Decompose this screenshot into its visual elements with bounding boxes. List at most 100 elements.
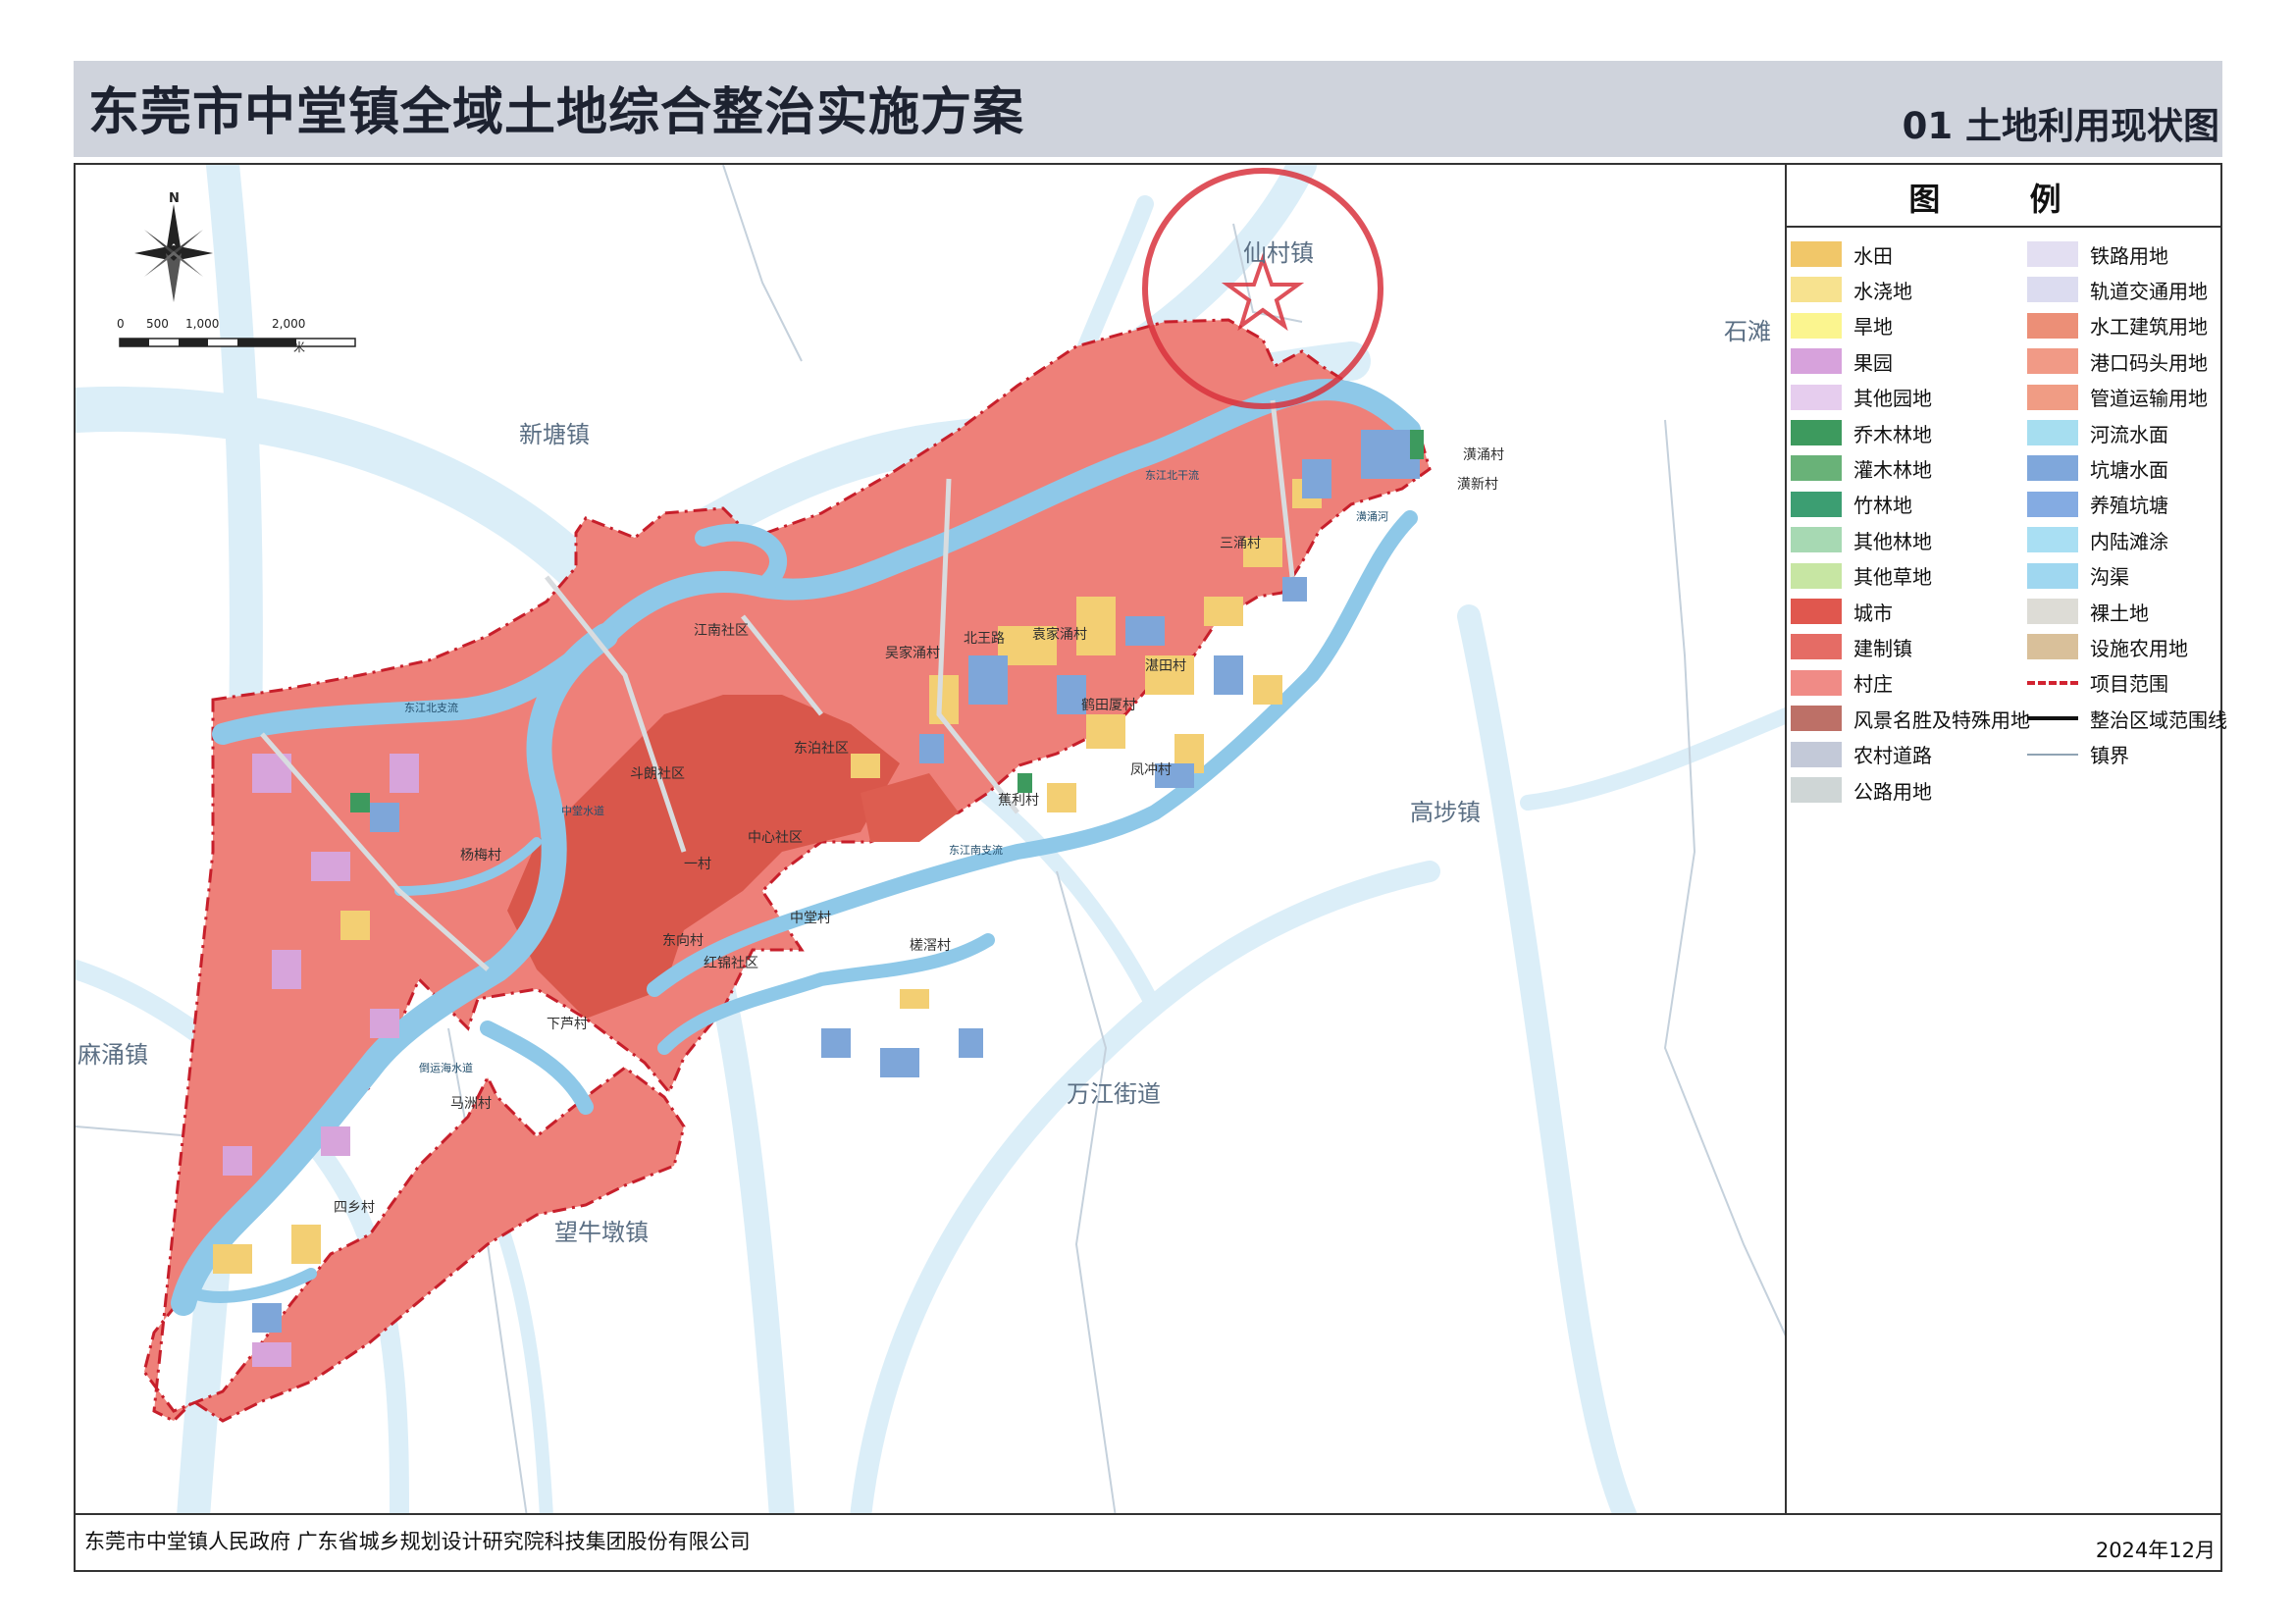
legend-label: 项目范围 (2090, 672, 2168, 697)
village-label: 吴家涌村 (885, 646, 940, 661)
legend-swatch (2027, 562, 2078, 589)
legend-label: 轨道交通用地 (2090, 279, 2208, 303)
north-arrow (134, 204, 213, 302)
legend-swatch (1791, 706, 1842, 732)
legend-label: 港口码头用地 (2090, 350, 2208, 375)
label-xintang: 新塘镇 (519, 421, 590, 448)
legend-swatch (1791, 599, 1842, 624)
legend-swatch (2027, 348, 2078, 375)
village-label: 鹤田厦村 (1081, 698, 1136, 713)
legend-label: 内陆滩涂 (2090, 529, 2168, 553)
legend-swatch (2027, 241, 2078, 267)
legend-label: 其他园地 (1853, 387, 1932, 411)
scale-unit: 米 (293, 340, 305, 354)
legend-item: 项目范围 (2027, 668, 2168, 698)
legend-label: 坑塘水面 (2090, 457, 2168, 482)
sheet-title: 01 土地利用现状图 (1902, 105, 2219, 147)
legend-label: 建制镇 (1853, 636, 1912, 660)
legend-divider (1787, 226, 2222, 228)
legend-label: 水浇地 (1853, 279, 1912, 303)
village-label: 潢涌村 (1463, 447, 1504, 463)
legend-item: 农村道路 (1791, 740, 1932, 769)
legend-label: 公路用地 (1853, 779, 1932, 804)
legend-label: 乔木林地 (1853, 422, 1932, 446)
legend-panel: 图 例 水田 水浇地 旱地 果园 其他园地 乔木林地 灌木林地 竹林地 其他林地 其他草地 城市 建制… (1787, 163, 2227, 1515)
village-label: 槎滘村 (910, 938, 951, 954)
legend-item: 整治区域范围线 (2027, 704, 2227, 733)
legend-swatch (2027, 680, 2078, 685)
village-label: 斗朗社区 (630, 766, 685, 782)
scale-label-500: 500 (146, 317, 169, 331)
legend-swatch (1791, 277, 1842, 303)
legend-item: 其他林地 (1791, 525, 1932, 554)
legend-swatch (2027, 599, 2078, 624)
legend-item: 设施农用地 (2027, 632, 2188, 661)
legend-swatch (1791, 455, 1842, 482)
legend-swatch (2027, 277, 2078, 303)
legend-swatch (1791, 634, 1842, 660)
label-xiancun: 仙村镇 (1243, 239, 1314, 267)
village-label: 袁家涌村 (1032, 627, 1087, 643)
legend-item: 其他园地 (1791, 383, 1932, 412)
label-wangniudun: 望牛墩镇 (554, 1219, 649, 1246)
legend-item: 内陆滩涂 (2027, 525, 2168, 554)
legend-swatch (1791, 348, 1842, 375)
legend-item: 水田 (1791, 239, 1893, 269)
legend-item: 坑塘水面 (2027, 453, 2168, 483)
legend-swatch (2027, 716, 2078, 721)
village-label: 一村 (684, 857, 711, 872)
village-label: 潢新村 (1457, 477, 1498, 493)
legend-swatch (1791, 241, 1842, 267)
legend-item: 乔木林地 (1791, 418, 1932, 447)
legend-swatch (1791, 669, 1842, 696)
village-label: 红锦社区 (704, 956, 758, 971)
legend-label: 管道运输用地 (2090, 387, 2208, 411)
village-label: 中堂村 (790, 911, 831, 926)
village-label: 杨梅村 (460, 848, 501, 864)
legend-item: 竹林地 (1791, 490, 1912, 519)
legend-swatch (1791, 741, 1842, 767)
legend-label: 养殖坑塘 (2090, 494, 2168, 518)
legend-label: 风景名胜及特殊用地 (1853, 707, 2030, 732)
scale-label-0: 0 (117, 317, 125, 331)
village-label: 江南社区 (694, 623, 749, 639)
legend-label: 村庄 (1853, 672, 1893, 697)
legend-swatch (2027, 527, 2078, 553)
river-label: 东江南支流 (949, 844, 1003, 857)
legend-item: 养殖坑塘 (2027, 490, 2168, 519)
legend-item: 建制镇 (1791, 632, 1912, 661)
legend-label: 水田 (1853, 243, 1893, 268)
legend-label: 城市 (1853, 601, 1893, 625)
river-label: 潢涌河 (1356, 510, 1388, 523)
legend-item: 风景名胜及特殊用地 (1791, 704, 2030, 733)
legend-item: 铁路用地 (2027, 239, 2168, 269)
village-label: 东向村 (662, 933, 704, 949)
legend-item: 其他草地 (1791, 561, 1932, 591)
legend-label: 整治区域范围线 (2090, 707, 2227, 732)
village-label: 湛田村 (1145, 658, 1186, 674)
legend-swatch (1791, 420, 1842, 445)
legend-item: 村庄 (1791, 668, 1893, 698)
legend-swatch (1791, 527, 1842, 553)
legend-swatch (2027, 384, 2078, 410)
legend-swatch (2027, 455, 2078, 482)
legend-item: 裸土地 (2027, 597, 2149, 626)
land-use-map: N 0 500 1,000 2,000 米 (76, 165, 1785, 1513)
north-label: N (169, 191, 180, 206)
map-frame[interactable]: N 0 500 1,000 2,000 米 仙村镇 新塘镇 石滩 高埗镇 麻涌镇… (74, 163, 1787, 1515)
legend-swatch (2027, 420, 2078, 445)
legend-item: 河流水面 (2027, 418, 2168, 447)
legend-item: 轨道交通用地 (2027, 275, 2208, 304)
river-label: 倒运海水道 (419, 1062, 473, 1074)
legend-swatch (2027, 312, 2078, 339)
legend-label: 其他草地 (1853, 565, 1932, 590)
legend-label: 灌木林地 (1853, 457, 1932, 482)
legend-item: 灌木林地 (1791, 453, 1932, 483)
village-label: 东泊社区 (794, 741, 849, 757)
legend-item: 公路用地 (1791, 775, 1932, 805)
footer-date: 2024年12月 (2095, 1539, 2216, 1562)
legend-title: 图 例 (1908, 181, 2101, 218)
legend-label: 竹林地 (1853, 494, 1912, 518)
legend-swatch (2027, 491, 2078, 517)
legend-swatch (1791, 777, 1842, 803)
